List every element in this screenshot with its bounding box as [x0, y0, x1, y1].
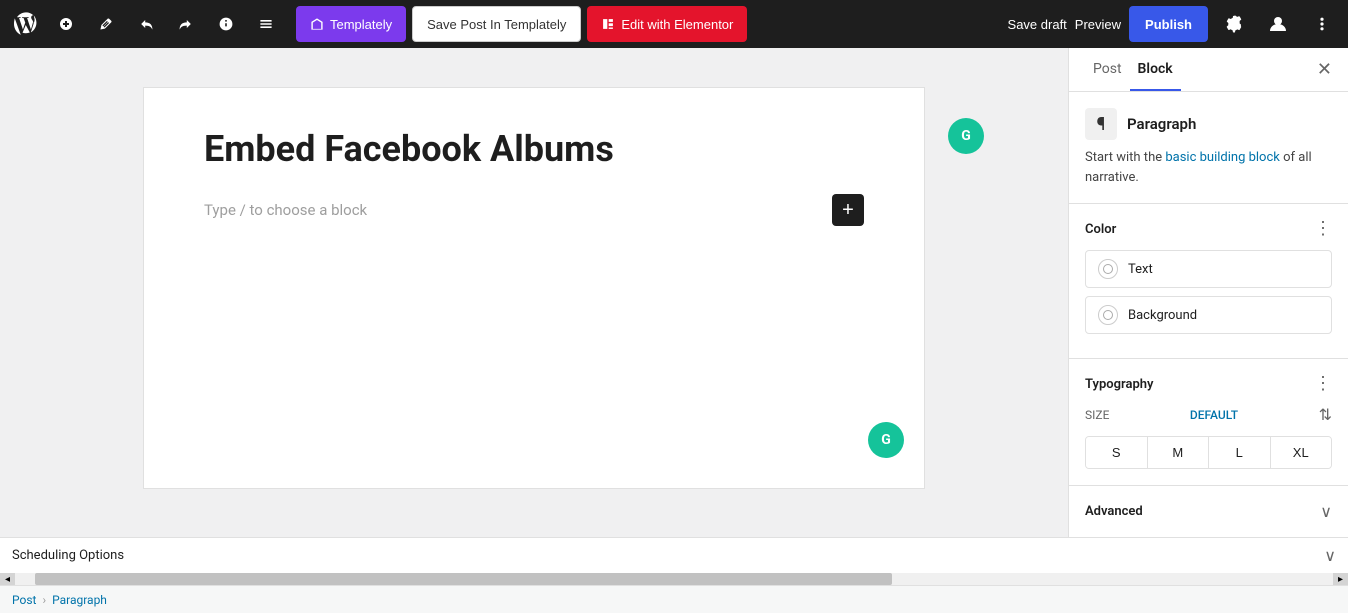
save-post-templately-button[interactable]: Save Post In Templately: [412, 6, 581, 42]
text-color-label: Text: [1128, 262, 1153, 277]
list-view-button[interactable]: [248, 6, 284, 42]
typography-section: Typography ⋮ SIZE DEFAULT ⇅ S M L XL: [1069, 359, 1348, 486]
toolbar-right: Save draft Preview Publish: [1008, 6, 1340, 42]
info-button[interactable]: [208, 6, 244, 42]
undo-button[interactable]: [128, 6, 164, 42]
color-section-header: Color ⋮: [1085, 220, 1332, 238]
preview-button[interactable]: Preview: [1075, 17, 1121, 32]
typography-title: Typography: [1085, 377, 1154, 392]
right-panel: Post Block ✕ ¶ Paragraph Start with the …: [1068, 48, 1348, 537]
breadcrumb-post[interactable]: Post: [12, 593, 36, 607]
post-title[interactable]: Embed Facebook Albums: [204, 128, 864, 170]
main-area: G Embed Facebook Albums Type / to choose…: [0, 48, 1348, 537]
size-label: SIZE: [1085, 408, 1109, 422]
toolbar-left: [8, 6, 284, 42]
text-color-circle: [1098, 259, 1118, 279]
color-more-button[interactable]: ⋮: [1314, 220, 1332, 238]
redo-button[interactable]: [168, 6, 204, 42]
size-m-button[interactable]: M: [1148, 437, 1210, 468]
grammarly-icon[interactable]: G: [948, 118, 984, 154]
paragraph-section: ¶ Paragraph Start with the basic buildin…: [1069, 92, 1348, 204]
edit-with-elementor-button[interactable]: Edit with Elementor: [587, 6, 747, 42]
add-block-button[interactable]: +: [832, 194, 864, 226]
background-color-option[interactable]: Background: [1085, 296, 1332, 334]
color-section-title: Color: [1085, 222, 1116, 237]
breadcrumb-separator: ›: [42, 593, 46, 607]
scrollbar-thumb[interactable]: [35, 573, 892, 585]
add-block-toolbar-button[interactable]: [48, 6, 84, 42]
advanced-chevron-icon: ∨: [1320, 502, 1332, 521]
scheduling-options-label: Scheduling Options: [12, 548, 1324, 563]
color-section: Color ⋮ Text Background: [1069, 204, 1348, 359]
advanced-title: Advanced: [1085, 504, 1143, 519]
templately-button[interactable]: Templately: [296, 6, 406, 42]
advanced-section: Advanced ∨: [1069, 486, 1348, 537]
breadcrumb-paragraph[interactable]: Paragraph: [52, 593, 107, 607]
wp-logo[interactable]: [8, 6, 44, 42]
panel-close-button[interactable]: ✕: [1317, 59, 1332, 80]
paragraph-desc: Start with the basic building block of a…: [1085, 148, 1332, 187]
tab-post[interactable]: Post: [1085, 49, 1130, 91]
more-options-button[interactable]: [1304, 6, 1340, 42]
tab-block[interactable]: Block: [1130, 49, 1181, 91]
publish-button[interactable]: Publish: [1129, 6, 1208, 42]
settings-button[interactable]: [1216, 6, 1252, 42]
user-avatar-button[interactable]: [1260, 6, 1296, 42]
size-l-button[interactable]: L: [1209, 437, 1271, 468]
paragraph-title: Paragraph: [1127, 115, 1196, 133]
editor-content: G Embed Facebook Albums Type / to choose…: [144, 88, 924, 488]
typography-more-button[interactable]: ⋮: [1314, 375, 1332, 393]
size-xl-button[interactable]: XL: [1271, 437, 1332, 468]
background-color-label: Background: [1128, 308, 1197, 323]
panel-tabs: Post Block ✕: [1069, 48, 1348, 92]
size-buttons: S M L XL: [1085, 436, 1332, 469]
paragraph-header: ¶ Paragraph: [1085, 108, 1332, 140]
typography-section-header: Typography ⋮: [1085, 375, 1332, 393]
main-toolbar: Templately Save Post In Templately Edit …: [0, 0, 1348, 48]
advanced-header[interactable]: Advanced ∨: [1085, 502, 1332, 521]
size-adjust-icon[interactable]: ⇅: [1319, 405, 1332, 424]
scheduling-bar: Scheduling Options ∨: [0, 537, 1348, 573]
breadcrumb-bar: Post › Paragraph: [0, 585, 1348, 613]
scheduling-chevron-icon[interactable]: ∨: [1324, 546, 1336, 565]
grammarly-icon-2[interactable]: G: [868, 422, 904, 458]
size-value: DEFAULT: [1190, 408, 1238, 422]
editor-canvas[interactable]: G Embed Facebook Albums Type / to choose…: [0, 48, 1068, 537]
block-placeholder-area[interactable]: Type / to choose a block +: [204, 194, 864, 226]
size-row: SIZE DEFAULT ⇅: [1085, 405, 1332, 424]
scrollbar-track[interactable]: [15, 573, 1333, 585]
horizontal-scrollbar[interactable]: ◂ ▸: [0, 573, 1348, 585]
placeholder-text: Type / to choose a block: [204, 201, 820, 219]
text-color-option[interactable]: Text: [1085, 250, 1332, 288]
edit-mode-button[interactable]: [88, 6, 124, 42]
size-s-button[interactable]: S: [1086, 437, 1148, 468]
save-draft-button[interactable]: Save draft: [1008, 17, 1067, 32]
background-color-circle: [1098, 305, 1118, 325]
paragraph-icon: ¶: [1085, 108, 1117, 140]
